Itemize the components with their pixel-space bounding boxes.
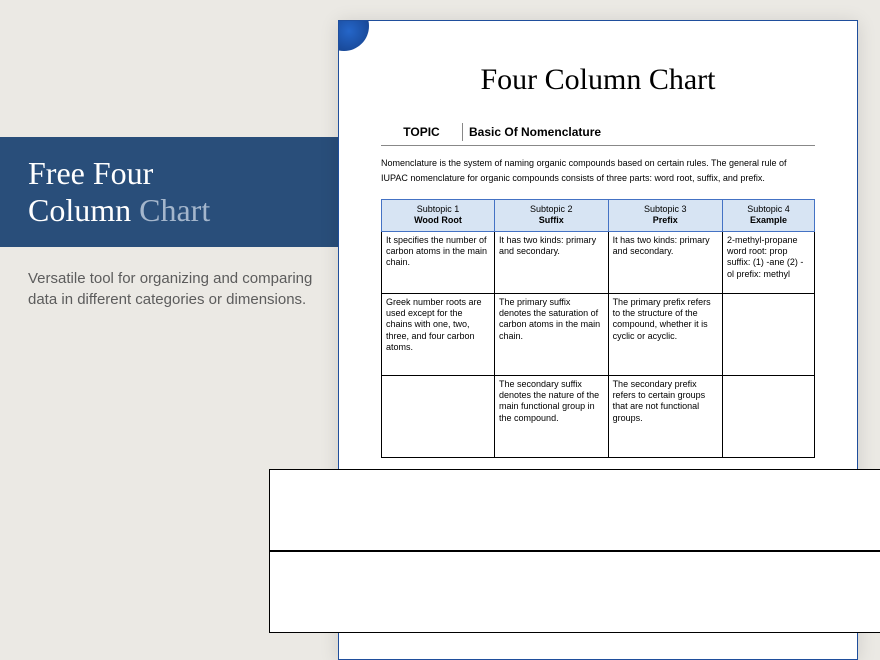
topic-row: TOPIC Basic Of Nomenclature: [381, 123, 815, 146]
intro-paragraph: Nomenclature is the system of naming org…: [381, 156, 815, 187]
extended-row-bg: [269, 551, 880, 633]
cell: The primary prefix refers to the structu…: [608, 293, 722, 375]
cell: [723, 293, 815, 375]
description-text: Versatile tool for organizing and compar…: [28, 268, 318, 310]
col-header-1: Subtopic 1Wood Root: [382, 199, 495, 231]
extended-row-bg: [269, 469, 880, 551]
cell: The secondary prefix refers to certain g…: [608, 375, 722, 457]
banner-word-4: Chart: [139, 192, 210, 228]
col-header-3: Subtopic 3Prefix: [608, 199, 722, 231]
cell: It has two kinds: primary and secondary.: [495, 231, 609, 293]
table-row: It specifies the number of carbon atoms …: [382, 231, 815, 293]
cell: 2-methyl-propane word root: prop suffix:…: [723, 231, 815, 293]
banner-word-1: Free: [28, 155, 85, 191]
banner-word-2: Four: [93, 155, 153, 191]
document-preview: Four Column Chart TOPIC Basic Of Nomencl…: [338, 20, 858, 660]
topic-value: Basic Of Nomenclature: [463, 123, 601, 141]
table-header-row: Subtopic 1Wood Root Subtopic 2Suffix Sub…: [382, 199, 815, 231]
four-column-table: Subtopic 1Wood Root Subtopic 2Suffix Sub…: [381, 199, 815, 458]
banner-word-3: Column: [28, 192, 131, 228]
corner-decoration-icon: [339, 21, 389, 71]
cell: Greek number roots are used except for t…: [382, 293, 495, 375]
topic-label: TOPIC: [381, 123, 463, 141]
cell: It has two kinds: primary and secondary.: [608, 231, 722, 293]
cell: It specifies the number of carbon atoms …: [382, 231, 495, 293]
cell: The primary suffix denotes the saturatio…: [495, 293, 609, 375]
table-row: The secondary suffix denotes the nature …: [382, 375, 815, 457]
col-header-4: Subtopic 4Example: [723, 199, 815, 231]
table-row: Greek number roots are used except for t…: [382, 293, 815, 375]
cell: [382, 375, 495, 457]
cell: The secondary suffix denotes the nature …: [495, 375, 609, 457]
document-title: Four Column Chart: [339, 63, 857, 97]
col-header-2: Subtopic 2Suffix: [495, 199, 609, 231]
cell: [723, 375, 815, 457]
